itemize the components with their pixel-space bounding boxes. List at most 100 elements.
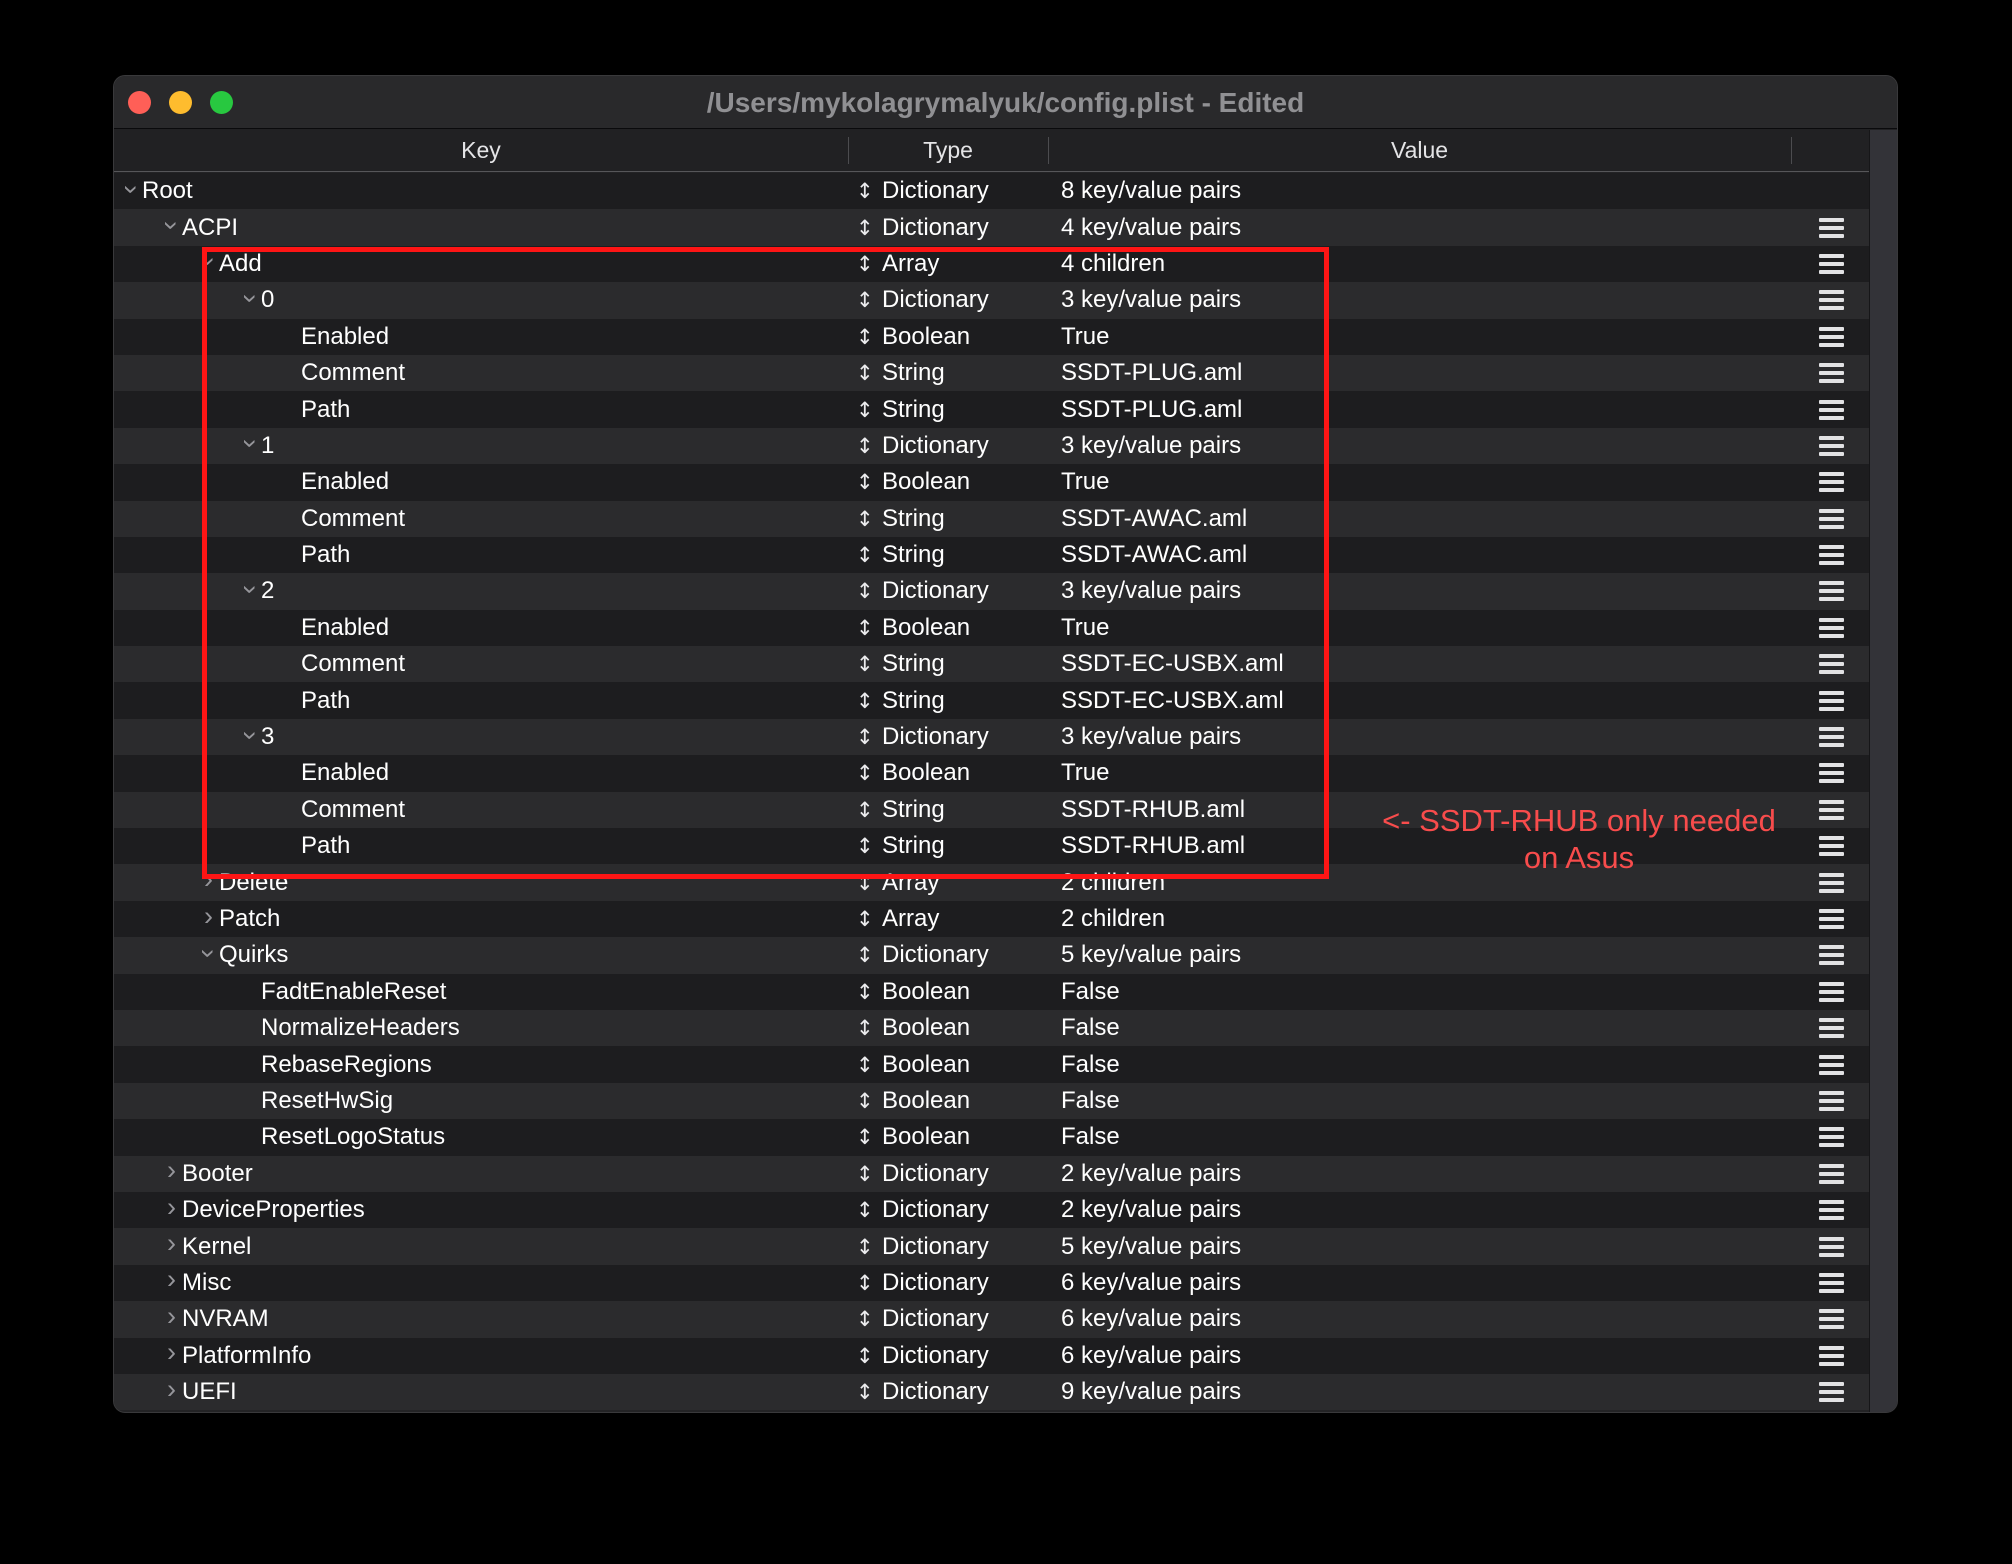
type-stepper-icon[interactable]: ↕	[856, 1344, 882, 1368]
disclosure-chevron-icon[interactable]: ›	[195, 943, 222, 964]
type-stepper-icon[interactable]: ↕	[856, 216, 882, 240]
key-cell[interactable]: Enabled	[114, 319, 848, 355]
key-cell[interactable]: Comment	[114, 355, 848, 391]
value-cell[interactable]: False	[1048, 1119, 1791, 1155]
value-cell[interactable]: SSDT-PLUG.aml	[1048, 391, 1791, 427]
type-stepper-icon[interactable]: ↕	[856, 871, 882, 895]
table-row[interactable]: RebaseRegions ↕ Boolean False	[114, 1046, 1898, 1082]
table-row[interactable]: › Quirks ↕ Dictionary 5 key/value pairs	[114, 937, 1898, 973]
type-stepper-icon[interactable]: ↕	[856, 252, 882, 276]
key-cell[interactable]: Path	[114, 682, 848, 718]
type-stepper-icon[interactable]: ↕	[856, 616, 882, 640]
type-stepper-icon[interactable]: ↕	[856, 798, 882, 822]
column-separator[interactable]	[1048, 137, 1049, 164]
key-cell[interactable]: ResetLogoStatus	[114, 1119, 848, 1155]
table-row[interactable]: Path ↕ String SSDT-AWAC.aml	[114, 537, 1898, 573]
type-stepper-icon[interactable]: ↕	[856, 725, 882, 749]
disclosure-chevron-icon[interactable]: ›	[195, 251, 222, 272]
key-cell[interactable]: › UEFI	[114, 1374, 848, 1410]
type-cell[interactable]: ↕ Boolean	[848, 610, 1048, 646]
table-row[interactable]: ResetHwSig ↕ Boolean False	[114, 1083, 1898, 1119]
type-cell[interactable]: ↕ String	[848, 682, 1048, 718]
value-cell[interactable]: 3 key/value pairs	[1048, 573, 1791, 609]
table-row[interactable]: Enabled ↕ Boolean True	[114, 319, 1898, 355]
type-cell[interactable]: ↕ Boolean	[848, 974, 1048, 1010]
table-row[interactable]: › Misc ↕ Dictionary 6 key/value pairs	[114, 1265, 1898, 1301]
row-menu-button[interactable]	[1819, 509, 1844, 529]
key-cell[interactable]: › NVRAM	[114, 1301, 848, 1337]
type-cell[interactable]: ↕ Boolean	[848, 464, 1048, 500]
disclosure-chevron-icon[interactable]: ›	[161, 1266, 182, 1293]
column-separator[interactable]	[1791, 137, 1792, 164]
key-cell[interactable]: › Misc	[114, 1265, 848, 1301]
value-cell[interactable]: False	[1048, 1046, 1791, 1082]
row-menu-button[interactable]	[1819, 727, 1844, 747]
row-menu-button[interactable]	[1819, 1055, 1844, 1075]
type-stepper-icon[interactable]: ↕	[856, 179, 882, 203]
type-stepper-icon[interactable]: ↕	[856, 980, 882, 1004]
key-cell[interactable]: Enabled	[114, 464, 848, 500]
type-cell[interactable]: ↕ Dictionary	[848, 1265, 1048, 1301]
type-cell[interactable]: ↕ Boolean	[848, 755, 1048, 791]
type-cell[interactable]: ↕ Boolean	[848, 319, 1048, 355]
table-row[interactable]: › 0 ↕ Dictionary 3 key/value pairs	[114, 282, 1898, 318]
table-row[interactable]: › Add ↕ Array 4 children	[114, 246, 1898, 282]
type-stepper-icon[interactable]: ↕	[856, 1380, 882, 1404]
row-menu-button[interactable]	[1819, 1127, 1844, 1147]
table-row[interactable]: › UEFI ↕ Dictionary 9 key/value pairs	[114, 1374, 1898, 1410]
row-menu-button[interactable]	[1819, 545, 1844, 565]
key-cell[interactable]: Comment	[114, 501, 848, 537]
row-menu-button[interactable]	[1819, 1309, 1844, 1329]
type-stepper-icon[interactable]: ↕	[856, 907, 882, 931]
type-stepper-icon[interactable]: ↕	[856, 434, 882, 458]
type-cell[interactable]: ↕ Boolean	[848, 1083, 1048, 1119]
type-cell[interactable]: ↕ Dictionary	[848, 1156, 1048, 1192]
value-cell[interactable]: False	[1048, 974, 1791, 1010]
table-row[interactable]: › Kernel ↕ Dictionary 5 key/value pairs	[114, 1228, 1898, 1264]
table-row[interactable]: › DeviceProperties ↕ Dictionary 2 key/va…	[114, 1192, 1898, 1228]
type-stepper-icon[interactable]: ↕	[856, 1162, 882, 1186]
table-row[interactable]: Enabled ↕ Boolean True	[114, 464, 1898, 500]
row-menu-button[interactable]	[1819, 1273, 1844, 1293]
value-cell[interactable]: True	[1048, 319, 1791, 355]
table-row[interactable]: Enabled ↕ Boolean True	[114, 610, 1898, 646]
key-cell[interactable]: › ACPI	[114, 209, 848, 245]
type-stepper-icon[interactable]: ↕	[856, 1198, 882, 1222]
value-cell[interactable]: 4 children	[1048, 246, 1791, 282]
value-cell[interactable]: 6 key/value pairs	[1048, 1301, 1791, 1337]
value-cell[interactable]: SSDT-AWAC.aml	[1048, 537, 1791, 573]
type-cell[interactable]: ↕ Array	[848, 864, 1048, 900]
value-cell[interactable]: True	[1048, 464, 1791, 500]
row-menu-button[interactable]	[1819, 1346, 1844, 1366]
type-stepper-icon[interactable]: ↕	[856, 543, 882, 567]
type-stepper-icon[interactable]: ↕	[856, 761, 882, 785]
value-cell[interactable]: SSDT-EC-USBX.aml	[1048, 646, 1791, 682]
row-menu-button[interactable]	[1819, 691, 1844, 711]
type-cell[interactable]: ↕ String	[848, 355, 1048, 391]
row-menu-button[interactable]	[1819, 290, 1844, 310]
column-header-value[interactable]: Value	[1048, 137, 1791, 164]
type-stepper-icon[interactable]: ↕	[856, 1016, 882, 1040]
type-stepper-icon[interactable]: ↕	[856, 834, 882, 858]
key-cell[interactable]: › 2	[114, 573, 848, 609]
table-row[interactable]: Enabled ↕ Boolean True	[114, 755, 1898, 791]
table-row[interactable]: FadtEnableReset ↕ Boolean False	[114, 974, 1898, 1010]
value-cell[interactable]: True	[1048, 755, 1791, 791]
disclosure-chevron-icon[interactable]: ›	[237, 433, 264, 454]
row-menu-button[interactable]	[1819, 327, 1844, 347]
type-cell[interactable]: ↕ Dictionary	[848, 1228, 1048, 1264]
key-cell[interactable]: › Quirks	[114, 937, 848, 973]
value-cell[interactable]: 9 key/value pairs	[1048, 1374, 1791, 1410]
column-separator[interactable]	[848, 137, 849, 164]
type-cell[interactable]: ↕ Dictionary	[848, 1192, 1048, 1228]
type-cell[interactable]: ↕ Boolean	[848, 1010, 1048, 1046]
row-menu-button[interactable]	[1819, 945, 1844, 965]
row-menu-button[interactable]	[1819, 400, 1844, 420]
row-menu-button[interactable]	[1819, 218, 1844, 238]
table-row[interactable]: › 3 ↕ Dictionary 3 key/value pairs	[114, 719, 1898, 755]
type-cell[interactable]: ↕ Dictionary	[848, 1338, 1048, 1374]
disclosure-chevron-icon[interactable]: ›	[198, 903, 219, 930]
value-cell[interactable]: 3 key/value pairs	[1048, 282, 1791, 318]
type-cell[interactable]: ↕ String	[848, 828, 1048, 864]
table-row[interactable]: › ACPI ↕ Dictionary 4 key/value pairs	[114, 209, 1898, 245]
